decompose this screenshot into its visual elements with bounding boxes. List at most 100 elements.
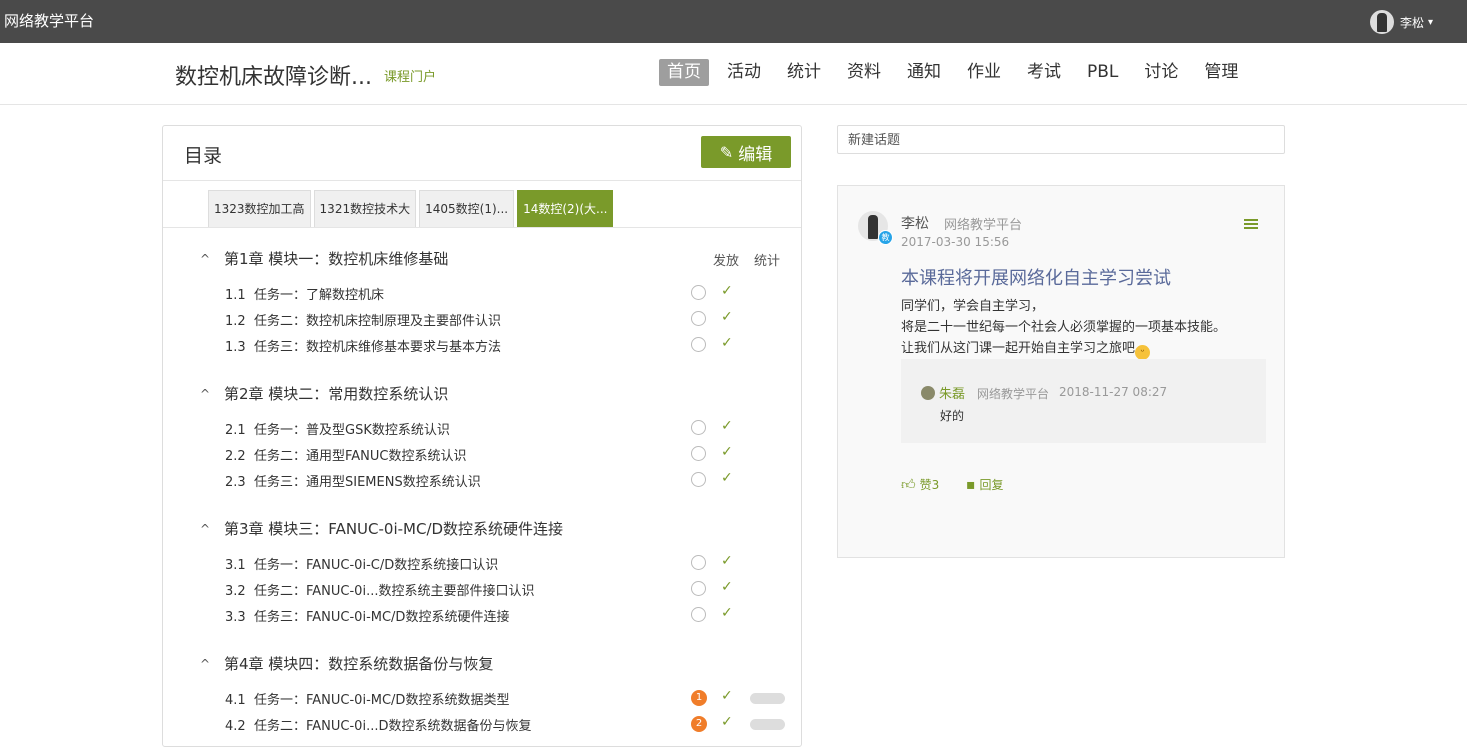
chapter-title: 第2章 模块二：常用数控系统认识 (224, 385, 449, 403)
lesson-item[interactable]: 1.1 任务一：了解数控机床 (225, 284, 384, 303)
lesson-title: 任务一：了解数控机床 (254, 288, 385, 303)
task-count-badge[interactable]: 2 (691, 716, 707, 732)
divider (163, 227, 801, 228)
lesson-number: 4.1 (225, 693, 246, 708)
class-tab[interactable]: 1405数控(1)... (419, 190, 515, 228)
post-author[interactable]: 李松 (901, 213, 929, 233)
chevron-up-icon[interactable]: ^ (200, 523, 210, 535)
lesson-item[interactable]: 3.1 任务一：FANUC-0i-C/D数控系统接口认识 (225, 554, 498, 573)
lesson-number: 3.1 (225, 558, 246, 573)
chapter-header[interactable]: ^ 第4章 模块四：数控系统数据备份与恢复 (200, 653, 493, 674)
post-body-line: 让我们从这门课一起开始自主学习之旅吧 ᵕ (901, 338, 1226, 360)
chapter-title: 第4章 模块四：数控系统数据备份与恢复 (224, 655, 494, 673)
status-circle-icon[interactable] (691, 311, 706, 326)
user-menu[interactable]: 李松 ▾ (1370, 10, 1433, 34)
lesson-item[interactable]: 3.3 任务三：FANUC-0i-MC/D数控系统硬件连接 (225, 606, 509, 625)
teacher-badge: 教 (878, 230, 893, 245)
lesson-title: 任务二：FANUC-0i...D数控系统数据备份与恢复 (254, 719, 532, 734)
publish-check-icon[interactable]: ✓ (721, 553, 733, 569)
nav-item[interactable]: 通知 (899, 59, 949, 86)
lesson-title: 任务二：FANUC-0i...数控系统主要部件接口认识 (254, 584, 535, 599)
catalog-title: 目录 (184, 145, 223, 167)
lesson-item[interactable]: 2.2 任务二：通用型FANUC数控系统认识 (225, 445, 467, 464)
lesson-item[interactable]: 3.2 任务二：FANUC-0i...数控系统主要部件接口认识 (225, 580, 534, 599)
nav-item[interactable]: 作业 (959, 59, 1009, 86)
post-title[interactable]: 本课程将开展网络化自主学习尝试 (901, 264, 1171, 290)
chapter-header[interactable]: ^ 第1章 模块一：数控机床维修基础 (200, 248, 448, 269)
status-circle-icon[interactable] (691, 581, 706, 596)
lesson-title: 任务二：通用型FANUC数控系统认识 (254, 449, 467, 464)
edit-button[interactable]: ✎ 编辑 (701, 136, 791, 168)
lesson-number: 2.1 (225, 423, 246, 438)
reply-label: 回复 (979, 478, 1004, 492)
chevron-up-icon[interactable]: ^ (200, 253, 210, 265)
status-circle-icon[interactable] (691, 446, 706, 461)
course-title: 数控机床故障诊断... (175, 65, 372, 90)
stats-bar[interactable] (750, 693, 785, 704)
nav-item[interactable]: PBL (1079, 59, 1126, 86)
lesson-item[interactable]: 2.1 任务一：普及型GSK数控系统认识 (225, 419, 450, 438)
reply-button[interactable]: ▪ 回复 (966, 476, 1004, 493)
chevron-up-icon[interactable]: ^ (200, 388, 210, 400)
nav-item[interactable]: 资料 (839, 59, 889, 86)
publish-check-icon[interactable]: ✓ (721, 688, 733, 704)
nav-item[interactable]: 管理 (1196, 59, 1246, 86)
post-org: 网络教学平台 (944, 218, 1023, 233)
nav-item[interactable]: 活动 (719, 59, 769, 86)
like-button[interactable]: 👍︎ 赞3 (901, 476, 939, 493)
status-circle-icon[interactable] (691, 285, 706, 300)
stats-bar[interactable] (750, 719, 785, 730)
status-circle-icon[interactable] (691, 472, 706, 487)
lesson-number: 2.3 (225, 475, 246, 490)
top-bar: 网络教学平台 李松 ▾ (0, 0, 1467, 43)
publish-check-icon[interactable]: ✓ (721, 444, 733, 460)
class-tab[interactable]: 1321数控技术大 (313, 190, 417, 228)
lesson-item[interactable]: 2.3 任务三：通用型SIEMENS数控系统认识 (225, 471, 481, 490)
lesson-item[interactable]: 4.1 任务一：FANUC-0i-MC/D数控系统数据类型 (225, 689, 509, 708)
publish-check-icon[interactable]: ✓ (721, 309, 733, 325)
nav-item[interactable]: 统计 (779, 59, 829, 86)
smile-emoji-icon: ᵕ (1135, 345, 1151, 360)
chapter-header[interactable]: ^ 第3章 模块三：FANUC-0i-MC/D数控系统硬件连接 (200, 518, 563, 539)
publish-check-icon[interactable]: ✓ (721, 470, 733, 486)
publish-check-icon[interactable]: ✓ (721, 714, 733, 730)
lesson-title: 任务一：FANUC-0i-C/D数控系统接口认识 (254, 558, 499, 573)
publish-check-icon[interactable]: ✓ (721, 335, 733, 351)
lesson-number: 3.3 (225, 610, 246, 625)
chapter-header[interactable]: ^ 第2章 模块二：常用数控系统认识 (200, 383, 448, 404)
lesson-item[interactable]: 1.3 任务三：数控机床维修基本要求与基本方法 (225, 336, 501, 355)
reply-avatar (921, 386, 935, 400)
status-circle-icon[interactable] (691, 555, 706, 570)
column-publish: 发放 (713, 254, 740, 269)
lesson-title: 任务一：普及型GSK数控系统认识 (254, 423, 450, 438)
status-circle-icon[interactable] (691, 420, 706, 435)
publish-check-icon[interactable]: ✓ (721, 418, 733, 434)
lesson-item[interactable]: 1.2 任务二：数控机床控制原理及主要部件认识 (225, 310, 501, 329)
publish-check-icon[interactable]: ✓ (721, 605, 733, 621)
platform-brand[interactable]: 网络教学平台 (4, 10, 94, 31)
course-nav: 首页 活动 统计 资料 通知 作业 考试 PBL 讨论 管理 (659, 59, 1256, 86)
course-portal-link[interactable]: 课程门户 (384, 66, 436, 85)
publish-check-icon[interactable]: ✓ (721, 283, 733, 299)
reply-date: 2018-11-27 08:27 (1059, 385, 1168, 399)
catalog-panel: 目录 ✎ 编辑 1323数控加工高 1321数控技术大 1405数控(1)... 14… (162, 125, 802, 747)
nav-item[interactable]: 讨论 (1136, 59, 1186, 86)
class-tab[interactable]: 1323数控加工高 (208, 190, 311, 228)
new-topic-input[interactable]: 新建话题 (837, 125, 1285, 154)
status-circle-icon[interactable] (691, 337, 706, 352)
user-name: 李松 (1400, 15, 1425, 30)
reply-author[interactable]: 朱磊 (939, 383, 965, 402)
nav-item[interactable]: 考试 (1019, 59, 1069, 86)
chevron-up-icon[interactable]: ^ (200, 658, 210, 670)
edit-button-label: 编辑 (738, 144, 773, 165)
lesson-item[interactable]: 4.2 任务二：FANUC-0i...D数控系统数据备份与恢复 (225, 715, 531, 734)
task-count-badge[interactable]: 1 (691, 690, 707, 706)
user-avatar (1370, 10, 1394, 34)
menu-icon[interactable] (1244, 219, 1258, 229)
class-tab[interactable]: 14数控(2)(大... (517, 190, 614, 228)
nav-item[interactable]: 首页 (659, 59, 709, 86)
lesson-title: 任务二：数控机床控制原理及主要部件认识 (254, 314, 502, 329)
status-circle-icon[interactable] (691, 607, 706, 622)
publish-check-icon[interactable]: ✓ (721, 579, 733, 595)
post-body-line: 同学们，学会自主学习， (901, 299, 1045, 314)
